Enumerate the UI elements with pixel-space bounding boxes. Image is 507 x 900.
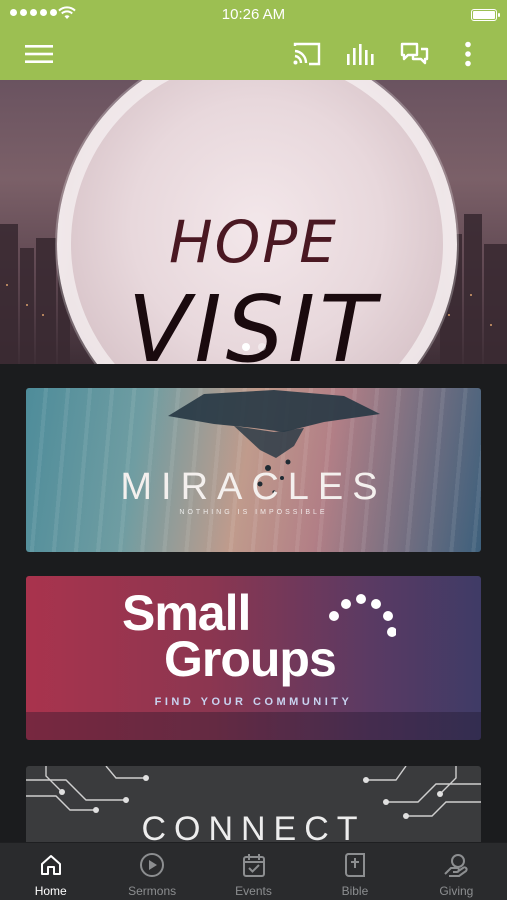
- small-groups-subtitle: FIND YOUR COMMUNITY: [154, 696, 353, 708]
- tab-sermons[interactable]: Sermons: [101, 843, 202, 900]
- miracles-title: MIRACLES: [120, 466, 387, 508]
- small-groups-card[interactable]: Small Groups FIND YOUR COMMUNITY: [26, 576, 481, 740]
- tab-bible-label: Bible: [341, 884, 369, 898]
- carousel-indicator[interactable]: [0, 343, 507, 351]
- more-vert-icon[interactable]: [452, 38, 484, 70]
- app-bar: [0, 28, 507, 80]
- miracles-subtitle: NOTHING IS IMPOSSIBLE: [179, 509, 328, 516]
- connect-card[interactable]: CONNECT: [26, 766, 481, 846]
- audio-bars-icon[interactable]: [344, 38, 376, 70]
- menu-icon[interactable]: [23, 38, 55, 70]
- tab-sermons-label: Sermons: [128, 884, 177, 898]
- couch-image: [26, 712, 481, 740]
- dots-arc-graphic: [329, 594, 396, 637]
- tab-giving[interactable]: Giving: [406, 843, 507, 900]
- chat-icon[interactable]: [398, 38, 430, 70]
- small-groups-line2: Groups: [164, 631, 337, 687]
- miracles-card[interactable]: MIRACLES NOTHING IS IMPOSSIBLE: [26, 388, 481, 552]
- hero-banner[interactable]: HOPE VISIT: [0, 80, 507, 364]
- hero-line1: HOPE: [169, 208, 338, 276]
- bottom-tab-bar: Home Sermons Events Bible Giving: [0, 842, 507, 900]
- status-time: 10:26 AM: [221, 6, 286, 23]
- status-bar: 10:26 AM: [0, 0, 507, 28]
- tab-events-label: Events: [235, 884, 272, 898]
- tab-events[interactable]: Events: [203, 843, 304, 900]
- carousel-dot-1[interactable]: [241, 343, 250, 351]
- tab-giving-label: Giving: [439, 884, 474, 898]
- small-groups-title: Small Groups: [122, 588, 337, 687]
- home-icon: [37, 851, 65, 879]
- play-circle-icon: [138, 851, 166, 879]
- tab-home[interactable]: Home: [0, 843, 101, 900]
- battery-icon: [471, 9, 500, 21]
- tab-home-label: Home: [34, 884, 67, 898]
- cast-icon[interactable]: [291, 38, 323, 70]
- giving-icon: [442, 851, 470, 879]
- carousel-dot-2[interactable]: [257, 343, 266, 351]
- connect-title: CONNECT: [141, 810, 366, 846]
- tab-bible[interactable]: Bible: [304, 843, 405, 900]
- bible-icon: [341, 851, 369, 879]
- calendar-check-icon: [240, 851, 268, 879]
- top-bar: 10:26 AM: [0, 0, 507, 80]
